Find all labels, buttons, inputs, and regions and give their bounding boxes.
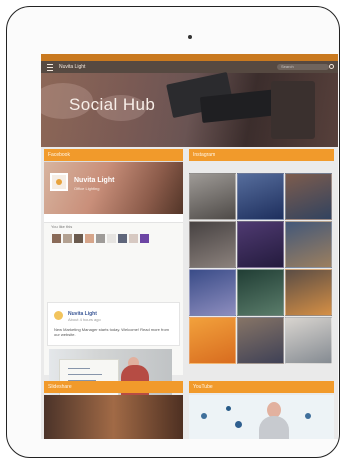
friend-photo[interactable] <box>107 234 116 243</box>
post-author-logo <box>54 311 63 320</box>
brand-name[interactable]: Nuvita Light <box>59 61 85 73</box>
search-icon[interactable] <box>329 64 334 69</box>
post-time: About 4 hours ago <box>68 317 101 322</box>
section-slideshare[interactable]: Slideshare <box>44 381 183 393</box>
youtube-preview[interactable] <box>189 395 334 439</box>
tablet-frame: Nuvita Light Search Social Hub Facebook … <box>6 6 340 458</box>
hero-banner: Social Hub <box>41 71 338 147</box>
facebook-tabs <box>44 214 183 223</box>
section-facebook[interactable]: Facebook <box>44 149 183 161</box>
camera-dot <box>188 35 192 39</box>
instagram-photo[interactable] <box>237 269 284 316</box>
friend-photo[interactable] <box>85 234 94 243</box>
slideshare-preview[interactable] <box>44 395 183 439</box>
youtube-dot-decoration <box>235 421 242 428</box>
friend-photo[interactable] <box>118 234 127 243</box>
instagram-photo[interactable] <box>189 221 236 268</box>
facebook-page-name[interactable]: Nuvita Light <box>74 177 114 184</box>
instagram-grid <box>189 173 334 367</box>
page-title: Social Hub <box>69 95 156 114</box>
hero-phone-image <box>271 81 315 139</box>
post-text: New Marketing Manager starts today. Welc… <box>54 327 170 337</box>
youtube-dot-decoration <box>226 406 231 411</box>
youtube-person <box>259 416 289 439</box>
facebook-page-subtitle: Office Lighting <box>74 186 100 191</box>
app-screen: Nuvita Light Search Social Hub Facebook … <box>41 54 338 439</box>
youtube-dot-decoration <box>201 413 207 419</box>
friend-photo[interactable] <box>74 234 83 243</box>
top-nav: Nuvita Light Search <box>41 61 338 73</box>
instagram-photo[interactable] <box>189 269 236 316</box>
instagram-photo[interactable] <box>237 173 284 220</box>
hamburger-icon[interactable] <box>47 61 55 73</box>
youtube-dot-decoration <box>305 413 311 419</box>
friend-photo[interactable] <box>129 234 138 243</box>
instagram-photo[interactable] <box>285 317 332 364</box>
friend-photo[interactable] <box>63 234 72 243</box>
friend-photo[interactable] <box>96 234 105 243</box>
friends-label: You like this <box>51 224 73 229</box>
instagram-photo[interactable] <box>285 221 332 268</box>
facebook-feed: Nuvita Light Office Lighting You like th… <box>44 161 183 417</box>
instagram-photo[interactable] <box>285 173 332 220</box>
section-instagram[interactable]: Instagram <box>189 149 334 161</box>
search-input[interactable]: Search <box>277 64 329 70</box>
instagram-photo[interactable] <box>189 317 236 364</box>
instagram-photo[interactable] <box>285 269 332 316</box>
friend-photo[interactable] <box>52 234 61 243</box>
status-bar <box>41 54 338 61</box>
friend-photo[interactable] <box>140 234 149 243</box>
instagram-photo[interactable] <box>237 221 284 268</box>
section-youtube[interactable]: YouTube <box>189 381 334 393</box>
facebook-page-logo[interactable] <box>50 173 68 191</box>
facebook-post[interactable]: Nuvita Light About 4 hours ago New Marke… <box>47 302 180 346</box>
instagram-photo[interactable] <box>189 173 236 220</box>
instagram-photo[interactable] <box>237 317 284 364</box>
